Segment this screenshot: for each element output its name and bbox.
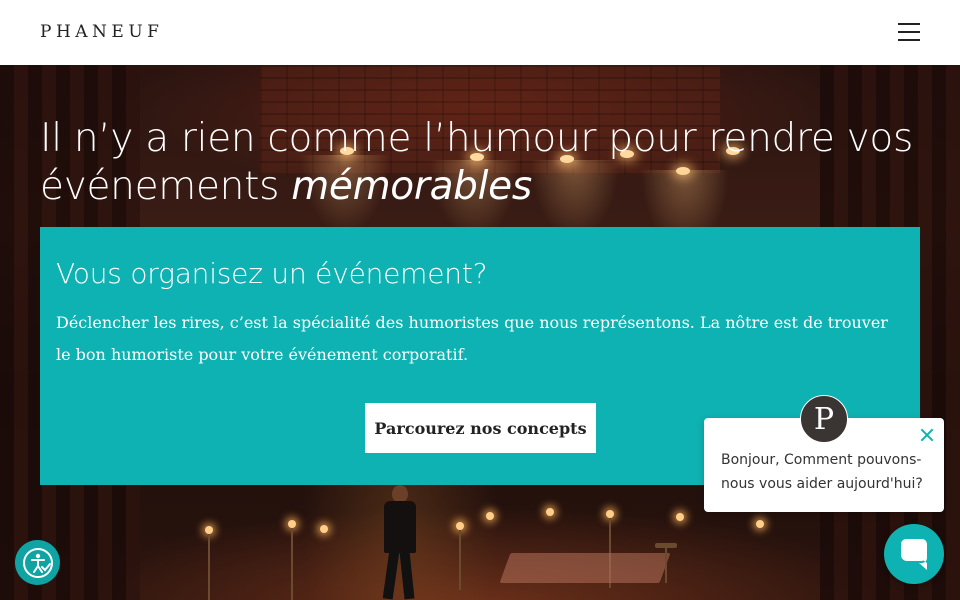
chat-icon [901, 539, 927, 570]
hamburger-menu-icon[interactable] [898, 23, 920, 41]
chat-launcher-button[interactable] [884, 524, 944, 584]
stool [655, 543, 677, 583]
lamp-stand [291, 528, 293, 600]
chat-message: Bonjour, Comment pouvons-nous vous aider… [721, 452, 923, 492]
accessibility-button[interactable] [15, 540, 60, 585]
lamp-stand [208, 534, 210, 600]
stage-bulb [606, 510, 614, 518]
close-icon[interactable] [920, 428, 934, 442]
logo[interactable]: PHANEUF [40, 22, 163, 42]
stage-bulb [756, 520, 764, 528]
lamp-stand [459, 530, 461, 590]
stage-bulb [288, 520, 296, 528]
site-header: PHANEUF [0, 0, 960, 65]
stage-bulb [676, 513, 684, 521]
headline-emphasis: mémorables [291, 164, 532, 209]
stage-bulb [456, 522, 464, 530]
accessibility-icon [22, 547, 53, 578]
stage-bulb [486, 512, 494, 520]
card-text: Déclencher les rires, c’est la spécialit… [56, 313, 888, 364]
browse-concepts-button[interactable]: Parcourez nos concepts [365, 403, 596, 453]
stage-bulb [546, 508, 554, 516]
chat-avatar: P [800, 395, 848, 443]
performer [378, 485, 422, 600]
stage-rug [499, 553, 671, 583]
hero-headline: Il n’y a rien comme l’humour pour rendre… [40, 115, 920, 211]
stage-bulb [320, 525, 328, 533]
card-title: Vous organisez un événement? [56, 257, 488, 290]
stage-bulb [205, 526, 213, 534]
